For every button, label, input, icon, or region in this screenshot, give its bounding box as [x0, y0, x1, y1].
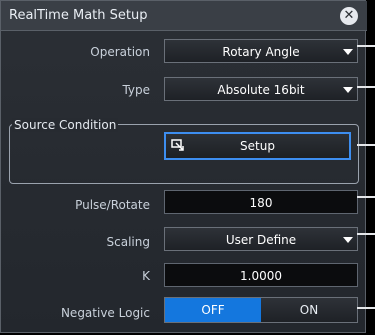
- setup-icon: [171, 139, 184, 151]
- scaling-value: User Define: [225, 233, 297, 247]
- side-indicator: [357, 86, 375, 88]
- window-title: RealTime Math Setup: [9, 8, 148, 23]
- chevron-down-icon: [343, 49, 353, 55]
- operation-label: Operation: [90, 45, 150, 59]
- side-indicator: [357, 45, 375, 47]
- operation-value: Rotary Angle: [222, 45, 300, 59]
- k-input[interactable]: 1.0000: [164, 263, 358, 287]
- source-condition-label: Source Condition: [12, 118, 119, 132]
- chevron-down-icon: [343, 87, 353, 93]
- title-bar: RealTime Math Setup ✕: [1, 1, 367, 31]
- negative-logic-label: Negative Logic: [60, 306, 150, 320]
- pulse-rotate-value: 180: [249, 196, 273, 210]
- type-value: Absolute 16bit: [217, 83, 305, 97]
- type-dropdown[interactable]: Absolute 16bit: [164, 77, 358, 101]
- side-indicator: [357, 144, 375, 146]
- operation-dropdown[interactable]: Rotary Angle: [164, 39, 358, 63]
- negative-logic-off-button[interactable]: OFF: [165, 298, 261, 322]
- side-indicator: [357, 196, 375, 198]
- k-value: 1.0000: [240, 269, 282, 283]
- chevron-down-icon: [343, 237, 353, 243]
- scaling-dropdown[interactable]: User Define: [164, 227, 358, 251]
- negative-logic-on-button[interactable]: ON: [261, 298, 357, 322]
- negative-logic-toggle: OFF ON: [164, 297, 358, 323]
- side-indicator: [357, 233, 375, 235]
- pulse-rotate-input[interactable]: 180: [164, 190, 358, 214]
- pulse-rotate-label: Pulse/Rotate: [75, 198, 150, 212]
- side-indicator: [357, 307, 375, 309]
- setup-button-label: Setup: [240, 139, 275, 153]
- close-icon[interactable]: ✕: [340, 7, 358, 25]
- scaling-label: Scaling: [106, 235, 150, 249]
- dialog-panel: RealTime Math Setup ✕ Operation Rotary A…: [0, 0, 367, 333]
- type-label: Type: [122, 83, 150, 97]
- k-label: K: [142, 269, 150, 283]
- setup-button[interactable]: Setup: [164, 132, 351, 160]
